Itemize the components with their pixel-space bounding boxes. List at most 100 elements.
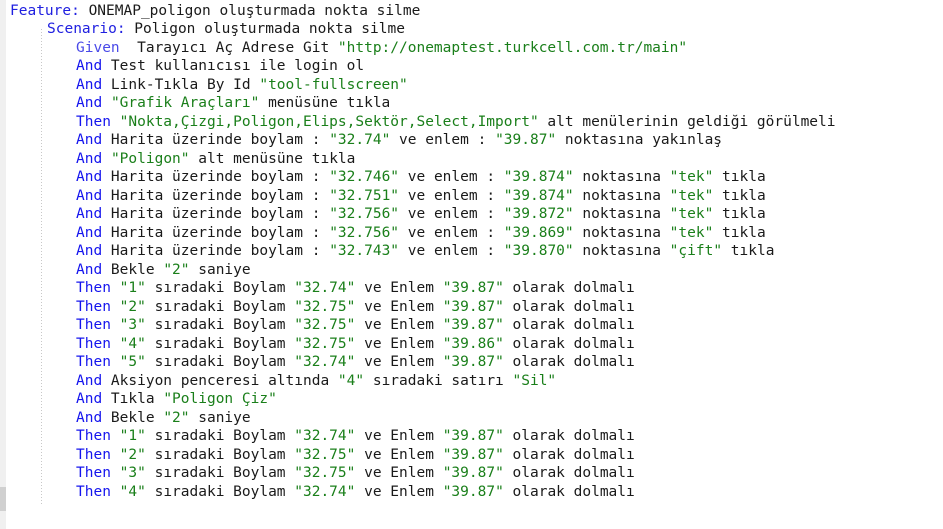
code-line[interactable]: Then "1" sıradaki Boylam "32.74" ve Enle… [0, 279, 635, 297]
code-keyword: Then [76, 465, 111, 481]
code-string: "32.74" [294, 354, 355, 370]
code-text: olarak dolmalı [504, 428, 635, 444]
code-string: "Nokta,Çizgi,Poligon,Elips,Sektör,Select… [120, 114, 539, 130]
code-text: alt menülerinin geldiği görülmeli [539, 114, 836, 130]
code-string: "Poligon Çiz" [163, 391, 277, 407]
code-string: "1" [120, 280, 146, 296]
code-string: "tek" [670, 225, 714, 241]
code-line[interactable]: And Harita üzerinde boylam : "32.756" ve… [0, 224, 766, 242]
code-text: noktasına [574, 188, 670, 204]
code-line[interactable]: And Aksiyon penceresi altında "4" sırada… [0, 372, 556, 390]
code-text [111, 447, 120, 463]
code-string: "3" [120, 465, 146, 481]
code-text: sıradaki Boylam [146, 299, 294, 315]
code-line[interactable]: Feature: ONEMAP_poligon oluşturmada nokt… [0, 2, 420, 20]
code-keyword: And [76, 77, 102, 93]
code-line[interactable]: Then "2" sıradaki Boylam "32.75" ve Enle… [0, 446, 635, 464]
code-string: "39.87" [443, 484, 504, 500]
code-line[interactable]: Then "5" sıradaki Boylam "32.74" ve Enle… [0, 353, 635, 371]
code-line[interactable]: Then "Nokta,Çizgi,Poligon,Elips,Sektör,S… [0, 113, 836, 131]
code-string: "tek" [670, 206, 714, 222]
code-string: "39.87" [495, 132, 556, 148]
code-text: olarak dolmalı [504, 280, 635, 296]
code-keyword: Then [76, 484, 111, 500]
code-string: "2" [163, 410, 189, 426]
code-text: sıradaki Boylam [146, 280, 294, 296]
code-string: "39.87" [443, 447, 504, 463]
code-text [111, 317, 120, 333]
code-string: "çift" [670, 243, 722, 259]
code-line[interactable]: And Bekle "2" saniye [0, 409, 251, 427]
code-string: "tool-fullscreen" [259, 77, 407, 93]
code-text: sıradaki satırı [364, 373, 512, 389]
code-string: "39.87" [443, 299, 504, 315]
code-keyword: Then [76, 354, 111, 370]
code-line[interactable]: And Harita üzerinde boylam : "32.746" ve… [0, 168, 766, 186]
code-text: noktasına [574, 243, 670, 259]
code-string: "32.75" [294, 299, 355, 315]
code-text: saniye [190, 262, 251, 278]
code-text [111, 428, 120, 444]
code-string: "3" [120, 317, 146, 333]
code-line[interactable]: Then "2" sıradaki Boylam "32.75" ve Enle… [0, 298, 635, 316]
code-keyword: And [76, 188, 102, 204]
code-string: "2" [120, 299, 146, 315]
code-text: ve Enlem [355, 299, 442, 315]
code-text: ve enlem : [390, 132, 495, 148]
code-keyword: And [76, 169, 102, 185]
code-text [102, 151, 111, 167]
code-line[interactable]: And Test kullanıcısı ile login ol [0, 57, 364, 75]
code-line[interactable]: And "Grafik Araçları" menüsüne tıkla [0, 94, 390, 112]
code-string: "Poligon" [111, 151, 190, 167]
code-keyword: Given [76, 40, 120, 56]
code-line[interactable]: Then "1" sıradaki Boylam "32.74" ve Enle… [0, 427, 635, 445]
code-line[interactable]: And Link-Tıkla By Id "tool-fullscreen" [0, 76, 408, 94]
code-line[interactable]: Given Tarayıcı Aç Adrese Git "http://one… [0, 39, 687, 57]
code-text: olarak dolmalı [504, 354, 635, 370]
code-line[interactable]: And Harita üzerinde boylam : "32.743" ve… [0, 242, 774, 260]
code-keyword: Scenario: [47, 21, 126, 37]
code-text: tıkla [713, 206, 765, 222]
code-line[interactable]: And Harita üzerinde boylam : "32.74" ve … [0, 131, 722, 149]
code-keyword: Then [76, 428, 111, 444]
code-text: ve Enlem [355, 428, 442, 444]
code-text: sıradaki Boylam [146, 465, 294, 481]
code-line[interactable]: And Bekle "2" saniye [0, 261, 251, 279]
code-line[interactable]: Then "4" sıradaki Boylam "32.74" ve Enle… [0, 483, 635, 501]
code-line[interactable]: And "Poligon" alt menüsüne tıkla [0, 150, 355, 168]
code-keyword: And [76, 58, 102, 74]
code-text: olarak dolmalı [504, 317, 635, 333]
code-keyword: And [76, 206, 102, 222]
code-text: sıradaki Boylam [146, 484, 294, 500]
code-text [111, 484, 120, 500]
code-line[interactable]: Then "3" sıradaki Boylam "32.75" ve Enle… [0, 316, 635, 334]
code-text: Harita üzerinde boylam : [102, 225, 329, 241]
vertical-scrollbar[interactable] [0, 0, 6, 529]
code-text: Aksiyon penceresi altında [102, 373, 338, 389]
code-text [111, 114, 120, 130]
code-text: olarak dolmalı [504, 484, 635, 500]
code-keyword: And [76, 410, 102, 426]
code-line[interactable]: And Harita üzerinde boylam : "32.756" ve… [0, 205, 766, 223]
code-string: "2" [163, 262, 189, 278]
code-line[interactable]: Scenario: Poligon oluşturmada nokta silm… [0, 20, 405, 38]
code-text: ve enlem : [399, 206, 504, 222]
code-string: "32.74" [294, 428, 355, 444]
code-line[interactable]: Then "4" sıradaki Boylam "32.75" ve Enle… [0, 335, 635, 353]
code-keyword: Then [76, 317, 111, 333]
code-string: "32.74" [329, 132, 390, 148]
code-keyword: Then [76, 336, 111, 352]
code-text: sıradaki Boylam [146, 317, 294, 333]
code-text: olarak dolmalı [504, 336, 635, 352]
code-text: ve Enlem [355, 280, 442, 296]
code-line[interactable]: Then "3" sıradaki Boylam "32.75" ve Enle… [0, 464, 635, 482]
scrollbar-thumb[interactable] [0, 487, 6, 511]
code-text: Harita üzerinde boylam : [102, 188, 329, 204]
code-text [111, 299, 120, 315]
code-text: Tarayıcı Aç Adrese Git [120, 40, 338, 56]
code-line[interactable]: And Harita üzerinde boylam : "32.751" ve… [0, 187, 766, 205]
code-area[interactable]: Feature: ONEMAP_poligon oluşturmada nokt… [0, 0, 943, 529]
code-text: saniye [190, 410, 251, 426]
code-text: noktasına [574, 225, 670, 241]
code-string: "Sil" [513, 373, 557, 389]
